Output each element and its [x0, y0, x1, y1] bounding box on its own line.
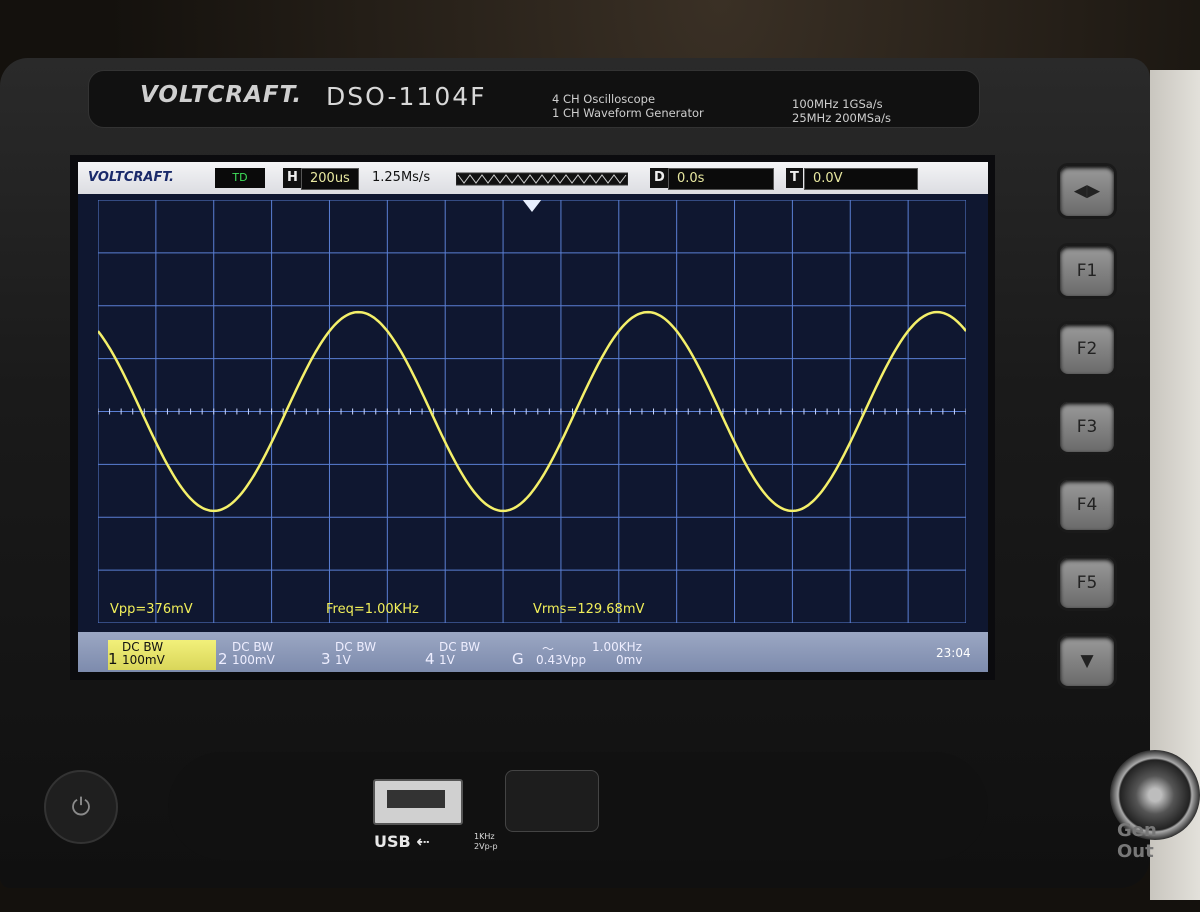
ch2-scale: 100mV [232, 653, 275, 667]
model-name: DSO-1104F [326, 82, 487, 111]
menu-down-button[interactable]: ▼ [1060, 636, 1114, 686]
lcd-screen: VOLTCRAFT. TD H 200us 1.25Ms/s D 0.0s T … [78, 162, 988, 672]
generator-label: G [512, 650, 524, 668]
usb-label: USB ⇠ [374, 832, 430, 851]
device-description: 4 CH Oscilloscope 1 CH Waveform Generato… [552, 92, 704, 120]
ch4-number: 4 [425, 650, 435, 668]
usb-icon: ⇠ [416, 832, 430, 851]
status-bar: VOLTCRAFT. TD H 200us 1.25Ms/s D 0.0s T … [78, 162, 988, 194]
ch1-scale: 100mV [122, 653, 165, 667]
vpp-measurement: Vpp=376mV [110, 602, 193, 617]
power-icon: ⏻ [71, 793, 91, 821]
clock: 23:04 [936, 646, 971, 660]
generator-settings[interactable]: G 〜 1.00KHz 0.43Vpp 0mv [512, 640, 687, 670]
usb-port[interactable] [373, 779, 463, 825]
ch2-coupling: DC BW [232, 640, 274, 654]
cal-freq-label: 1KHz [474, 832, 495, 841]
channel-bar: 1 DC BW 100mV 2 DC BW 100mV 3 DC BW 1V 4… [78, 632, 988, 672]
trigger-level-label: T [786, 168, 803, 188]
ch4-scale: 1V [439, 653, 455, 667]
probe-calibration-terminal[interactable] [505, 770, 599, 832]
ch2-settings[interactable]: 2 DC BW 100mV [218, 640, 328, 670]
gen-out-label: Gen Out [1117, 820, 1157, 862]
f3-button[interactable]: F3 [1060, 402, 1114, 452]
waveform-display[interactable]: 1▸ [98, 200, 966, 623]
ch3-settings[interactable]: 3 DC BW 1V [321, 640, 421, 670]
screen-brand: VOLTCRAFT. [88, 170, 174, 185]
sample-rate: 1.25Ms/s [372, 170, 431, 185]
cal-amp-label: 2Vp-p [474, 842, 498, 851]
ch1-coupling: DC BW [122, 640, 164, 654]
desc-line-1: 4 CH Oscilloscope [552, 92, 656, 106]
generator-offset: 0mv [616, 653, 643, 667]
ch1-settings[interactable]: 1 DC BW 100mV [108, 640, 216, 670]
delay-label: D [650, 168, 669, 188]
trigger-level-value[interactable]: 0.0V [804, 168, 918, 190]
timebase-label: H [283, 168, 302, 188]
spec-line-2: 25MHz 200MSa/s [792, 111, 891, 125]
ch3-number: 3 [321, 650, 331, 668]
ch3-coupling: DC BW [335, 640, 377, 654]
ch3-scale: 1V [335, 653, 351, 667]
f1-button[interactable]: F1 [1060, 246, 1114, 296]
delay-value[interactable]: 0.0s [668, 168, 774, 190]
memory-depth-bar [456, 172, 628, 186]
timebase-value[interactable]: 200us [301, 168, 359, 190]
device-specs: 100MHz 1GSa/s 25MHz 200MSa/s [792, 97, 891, 125]
menu-toggle-button[interactable]: ◀▶ [1060, 166, 1114, 216]
f4-button[interactable]: F4 [1060, 480, 1114, 530]
ch2-number: 2 [218, 650, 228, 668]
ch4-coupling: DC BW [439, 640, 481, 654]
brand-logo: VOLTCRAFT. [140, 82, 303, 108]
gen-out-line-1: Gen [1117, 820, 1157, 841]
f5-button[interactable]: F5 [1060, 558, 1114, 608]
power-button[interactable]: ⏻ [44, 770, 118, 844]
spec-line-1: 100MHz 1GSa/s [792, 97, 883, 111]
usb-label-text: USB [374, 832, 411, 851]
desc-line-2: 1 CH Waveform Generator [552, 106, 704, 120]
freq-measurement: Freq=1.00KHz [326, 602, 419, 617]
oscilloscope-photo: VOLTCRAFT. DSO-1104F 4 CH Oscilloscope 1… [0, 0, 1200, 912]
f2-button[interactable]: F2 [1060, 324, 1114, 374]
generator-freq: 1.00KHz [592, 640, 642, 654]
trigger-status: TD [215, 168, 265, 188]
ch1-number: 1 [108, 650, 118, 668]
generator-amp: 0.43Vpp [536, 653, 587, 667]
usb-slot [387, 790, 445, 808]
vrms-measurement: Vrms=129.68mV [533, 602, 645, 617]
ch4-settings[interactable]: 4 DC BW 1V [425, 640, 525, 670]
gen-out-line-2: Out [1117, 841, 1154, 862]
